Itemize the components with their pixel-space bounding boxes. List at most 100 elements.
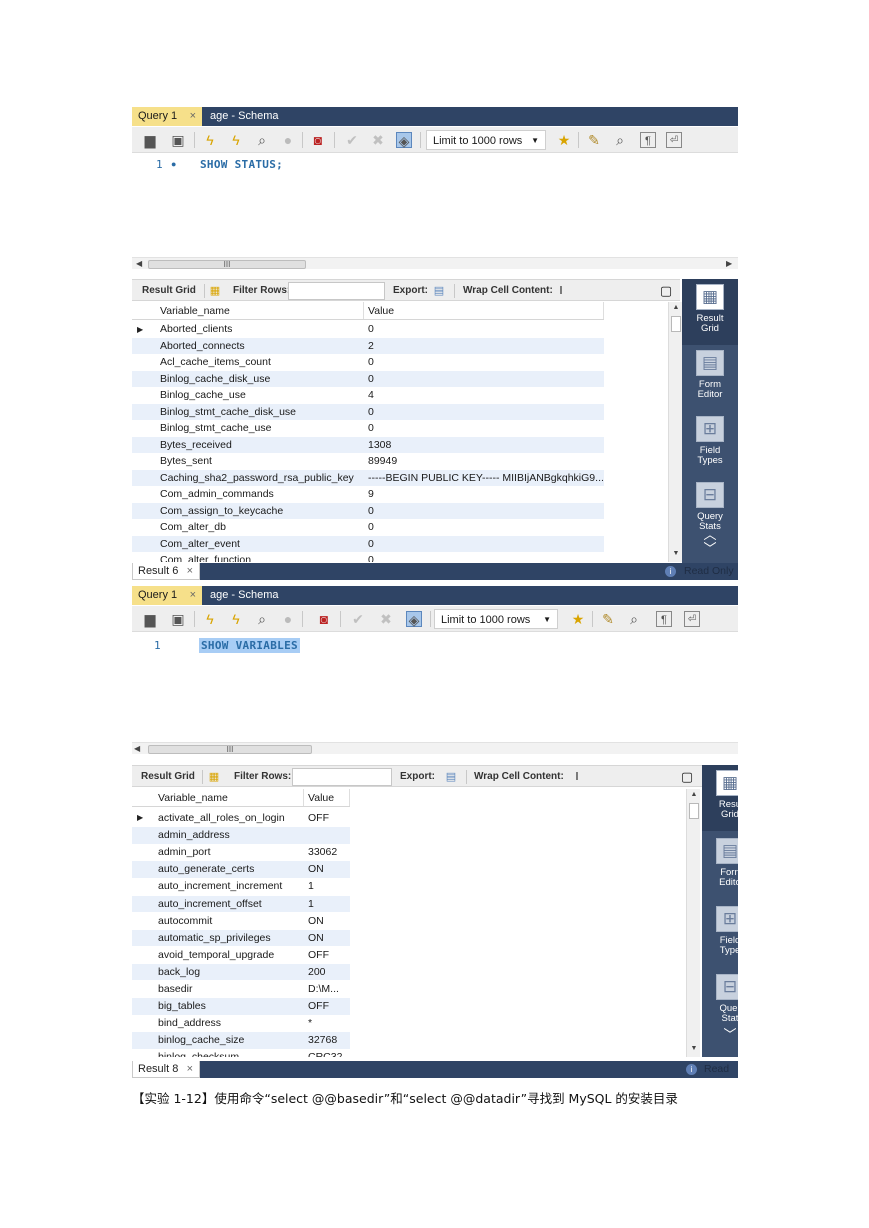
variable-name-cell[interactable]: Caching_sha2_password_rsa_public_key <box>156 470 364 487</box>
table-row[interactable]: binlog_cache_size 32768 <box>132 1032 350 1049</box>
commit-icon[interactable]: ✔ <box>344 132 360 148</box>
table-row[interactable]: Binlog_stmt_cache_use 0 <box>132 420 604 437</box>
variable-name-cell[interactable]: back_log <box>154 964 304 981</box>
value-cell[interactable]: 89949 <box>364 453 604 470</box>
grid-vertical-scrollbar[interactable]: ▲ ▼ <box>668 302 682 562</box>
variable-name-cell[interactable]: Com_alter_function <box>156 552 364 562</box>
export-icon[interactable]: ▤ <box>432 284 446 298</box>
table-row[interactable]: autocommit ON <box>132 913 350 930</box>
result-tab[interactable]: Result 8 × <box>132 1061 200 1078</box>
variable-name-cell[interactable]: Com_alter_db <box>156 519 364 536</box>
wrap-cell-icon[interactable]: Ⅰ <box>554 284 568 298</box>
table-row[interactable]: Bytes_received 1308 <box>132 436 604 453</box>
value-cell[interactable]: 0 <box>364 536 604 553</box>
grid-vertical-scrollbar[interactable]: ▲ ▼ <box>686 789 700 1057</box>
explain-icon[interactable]: ⌕ <box>254 132 270 148</box>
variable-name-cell[interactable]: Aborted_connects <box>156 338 364 355</box>
close-icon[interactable]: × <box>190 586 196 605</box>
value-cell[interactable]: D:\M... <box>304 981 350 998</box>
table-row[interactable]: Acl_cache_items_count 0 <box>132 354 604 371</box>
rollback-icon[interactable]: ✖ <box>370 132 386 148</box>
sql-editor[interactable]: 1 ● SHOW STATUS; <box>132 154 738 257</box>
variable-name-cell[interactable]: activate_all_roles_on_login <box>154 810 304 827</box>
value-cell[interactable]: * <box>304 1015 350 1032</box>
scrollbar-thumb[interactable] <box>671 316 681 332</box>
table-row[interactable]: Aborted_connects 2 <box>132 337 604 355</box>
save-icon[interactable]: ▣ <box>170 132 186 148</box>
table-row[interactable]: big_tables OFF <box>132 998 350 1015</box>
value-cell[interactable]: 200 <box>304 964 350 981</box>
execute-icon[interactable]: ϟ <box>202 611 218 627</box>
variable-name-cell[interactable]: Binlog_cache_use <box>156 387 364 404</box>
form-editor-button[interactable]: ▤ Form Editor <box>682 345 738 411</box>
chevron-down-icon[interactable]: ﹀ <box>702 1028 738 1041</box>
variable-name-cell[interactable]: auto_increment_offset <box>154 896 304 913</box>
tab-schema[interactable]: age - Schema <box>204 107 294 126</box>
invisible-chars-icon[interactable]: ¶ <box>656 611 672 627</box>
variable-name-cell[interactable]: avoid_temporal_upgrade <box>154 947 304 964</box>
commit-icon[interactable]: ✔ <box>350 611 366 627</box>
table-row[interactable]: basedir D:\M... <box>132 981 350 998</box>
value-cell[interactable]: ON <box>304 913 350 930</box>
table-row[interactable]: Binlog_cache_disk_use 0 <box>132 370 604 387</box>
limit-rows-select[interactable]: Limit to 1000 rows ▼ <box>434 609 558 629</box>
value-cell[interactable]: 1 <box>304 896 350 913</box>
toggle-panel-icon[interactable]: ▢ <box>659 284 673 298</box>
column-header[interactable]: Variable_name <box>154 789 304 806</box>
value-cell[interactable]: 1 <box>304 878 350 895</box>
beautify-icon[interactable]: ✎ <box>586 132 602 148</box>
save-icon[interactable]: ▣ <box>170 611 186 627</box>
wrap-icon[interactable]: ⏎ <box>684 611 700 627</box>
variable-name-cell[interactable]: Com_alter_event <box>156 536 364 553</box>
close-icon[interactable]: × <box>187 563 193 579</box>
chevron-down-icon[interactable]: ﹀ <box>682 542 738 555</box>
stop-icon[interactable]: ● <box>280 132 296 148</box>
scroll-down-icon[interactable]: ▼ <box>669 550 683 557</box>
form-editor-button[interactable]: ▤ Forn Edito <box>702 833 738 899</box>
table-row[interactable]: Com_admin_commands 9 <box>132 486 604 503</box>
variable-name-cell[interactable]: Aborted_clients <box>156 321 364 338</box>
value-cell[interactable]: 0 <box>364 552 604 562</box>
table-row[interactable]: admin_address <box>132 827 350 844</box>
scroll-up-icon[interactable]: ▲ <box>669 304 683 311</box>
table-row[interactable]: auto_generate_certs ON <box>132 861 350 878</box>
variable-name-cell[interactable]: Acl_cache_items_count <box>156 354 364 371</box>
execute-current-icon[interactable]: ϟ <box>228 611 244 627</box>
value-cell[interactable]: OFF <box>304 947 350 964</box>
close-icon[interactable]: × <box>187 1061 193 1077</box>
export-icon[interactable]: ▤ <box>444 770 458 784</box>
scroll-left-icon[interactable]: ◀ <box>136 258 142 270</box>
column-header[interactable]: Variable_name <box>156 302 364 319</box>
invisible-chars-icon[interactable]: ¶ <box>640 132 656 148</box>
table-row[interactable]: admin_port 33062 <box>132 844 350 861</box>
tab-query-1[interactable]: Query 1 × <box>132 107 202 126</box>
execute-icon[interactable]: ϟ <box>202 132 218 148</box>
limit-rows-select[interactable]: Limit to 1000 rows ▼ <box>426 130 546 150</box>
folder-icon[interactable]: ▆ <box>142 611 158 627</box>
variable-name-cell[interactable]: auto_generate_certs <box>154 861 304 878</box>
table-row[interactable]: Binlog_stmt_cache_disk_use 0 <box>132 403 604 421</box>
variable-name-cell[interactable]: Binlog_stmt_cache_disk_use <box>156 404 364 421</box>
field-types-button[interactable]: ⊞ Field Types <box>682 411 738 477</box>
scroll-left-icon[interactable]: ◀ <box>134 743 140 755</box>
field-types-button[interactable]: ⊞ Field Type <box>702 901 738 967</box>
value-cell[interactable]: 4 <box>364 387 604 404</box>
value-cell[interactable]: ON <box>304 930 350 947</box>
column-header[interactable]: Value <box>304 789 350 806</box>
autocommit-icon[interactable]: ◈ <box>396 132 412 149</box>
table-row[interactable]: Com_alter_event 0 <box>132 535 604 553</box>
value-cell[interactable]: ON <box>304 861 350 878</box>
scroll-right-icon[interactable]: ▶ <box>726 258 732 270</box>
stop-icon[interactable]: ● <box>280 611 296 627</box>
value-cell[interactable]: 0 <box>364 519 604 536</box>
value-cell[interactable]: -----BEGIN PUBLIC KEY----- MIIBIjANBgkqh… <box>364 470 604 487</box>
value-cell[interactable]: 0 <box>364 321 604 338</box>
table-row[interactable]: bind_address * <box>132 1015 350 1032</box>
value-cell[interactable]: 0 <box>364 354 604 371</box>
filter-rows-input[interactable] <box>288 282 385 300</box>
explain-icon[interactable]: ⌕ <box>254 611 270 627</box>
table-row[interactable]: binlog_checksumCRC32 <box>132 1049 350 1057</box>
chevron-up-icon[interactable]: ︿ <box>682 528 738 541</box>
favorite-icon[interactable]: ★ <box>570 611 586 627</box>
table-row[interactable]: activate_all_roles_on_login OFF <box>132 810 350 827</box>
